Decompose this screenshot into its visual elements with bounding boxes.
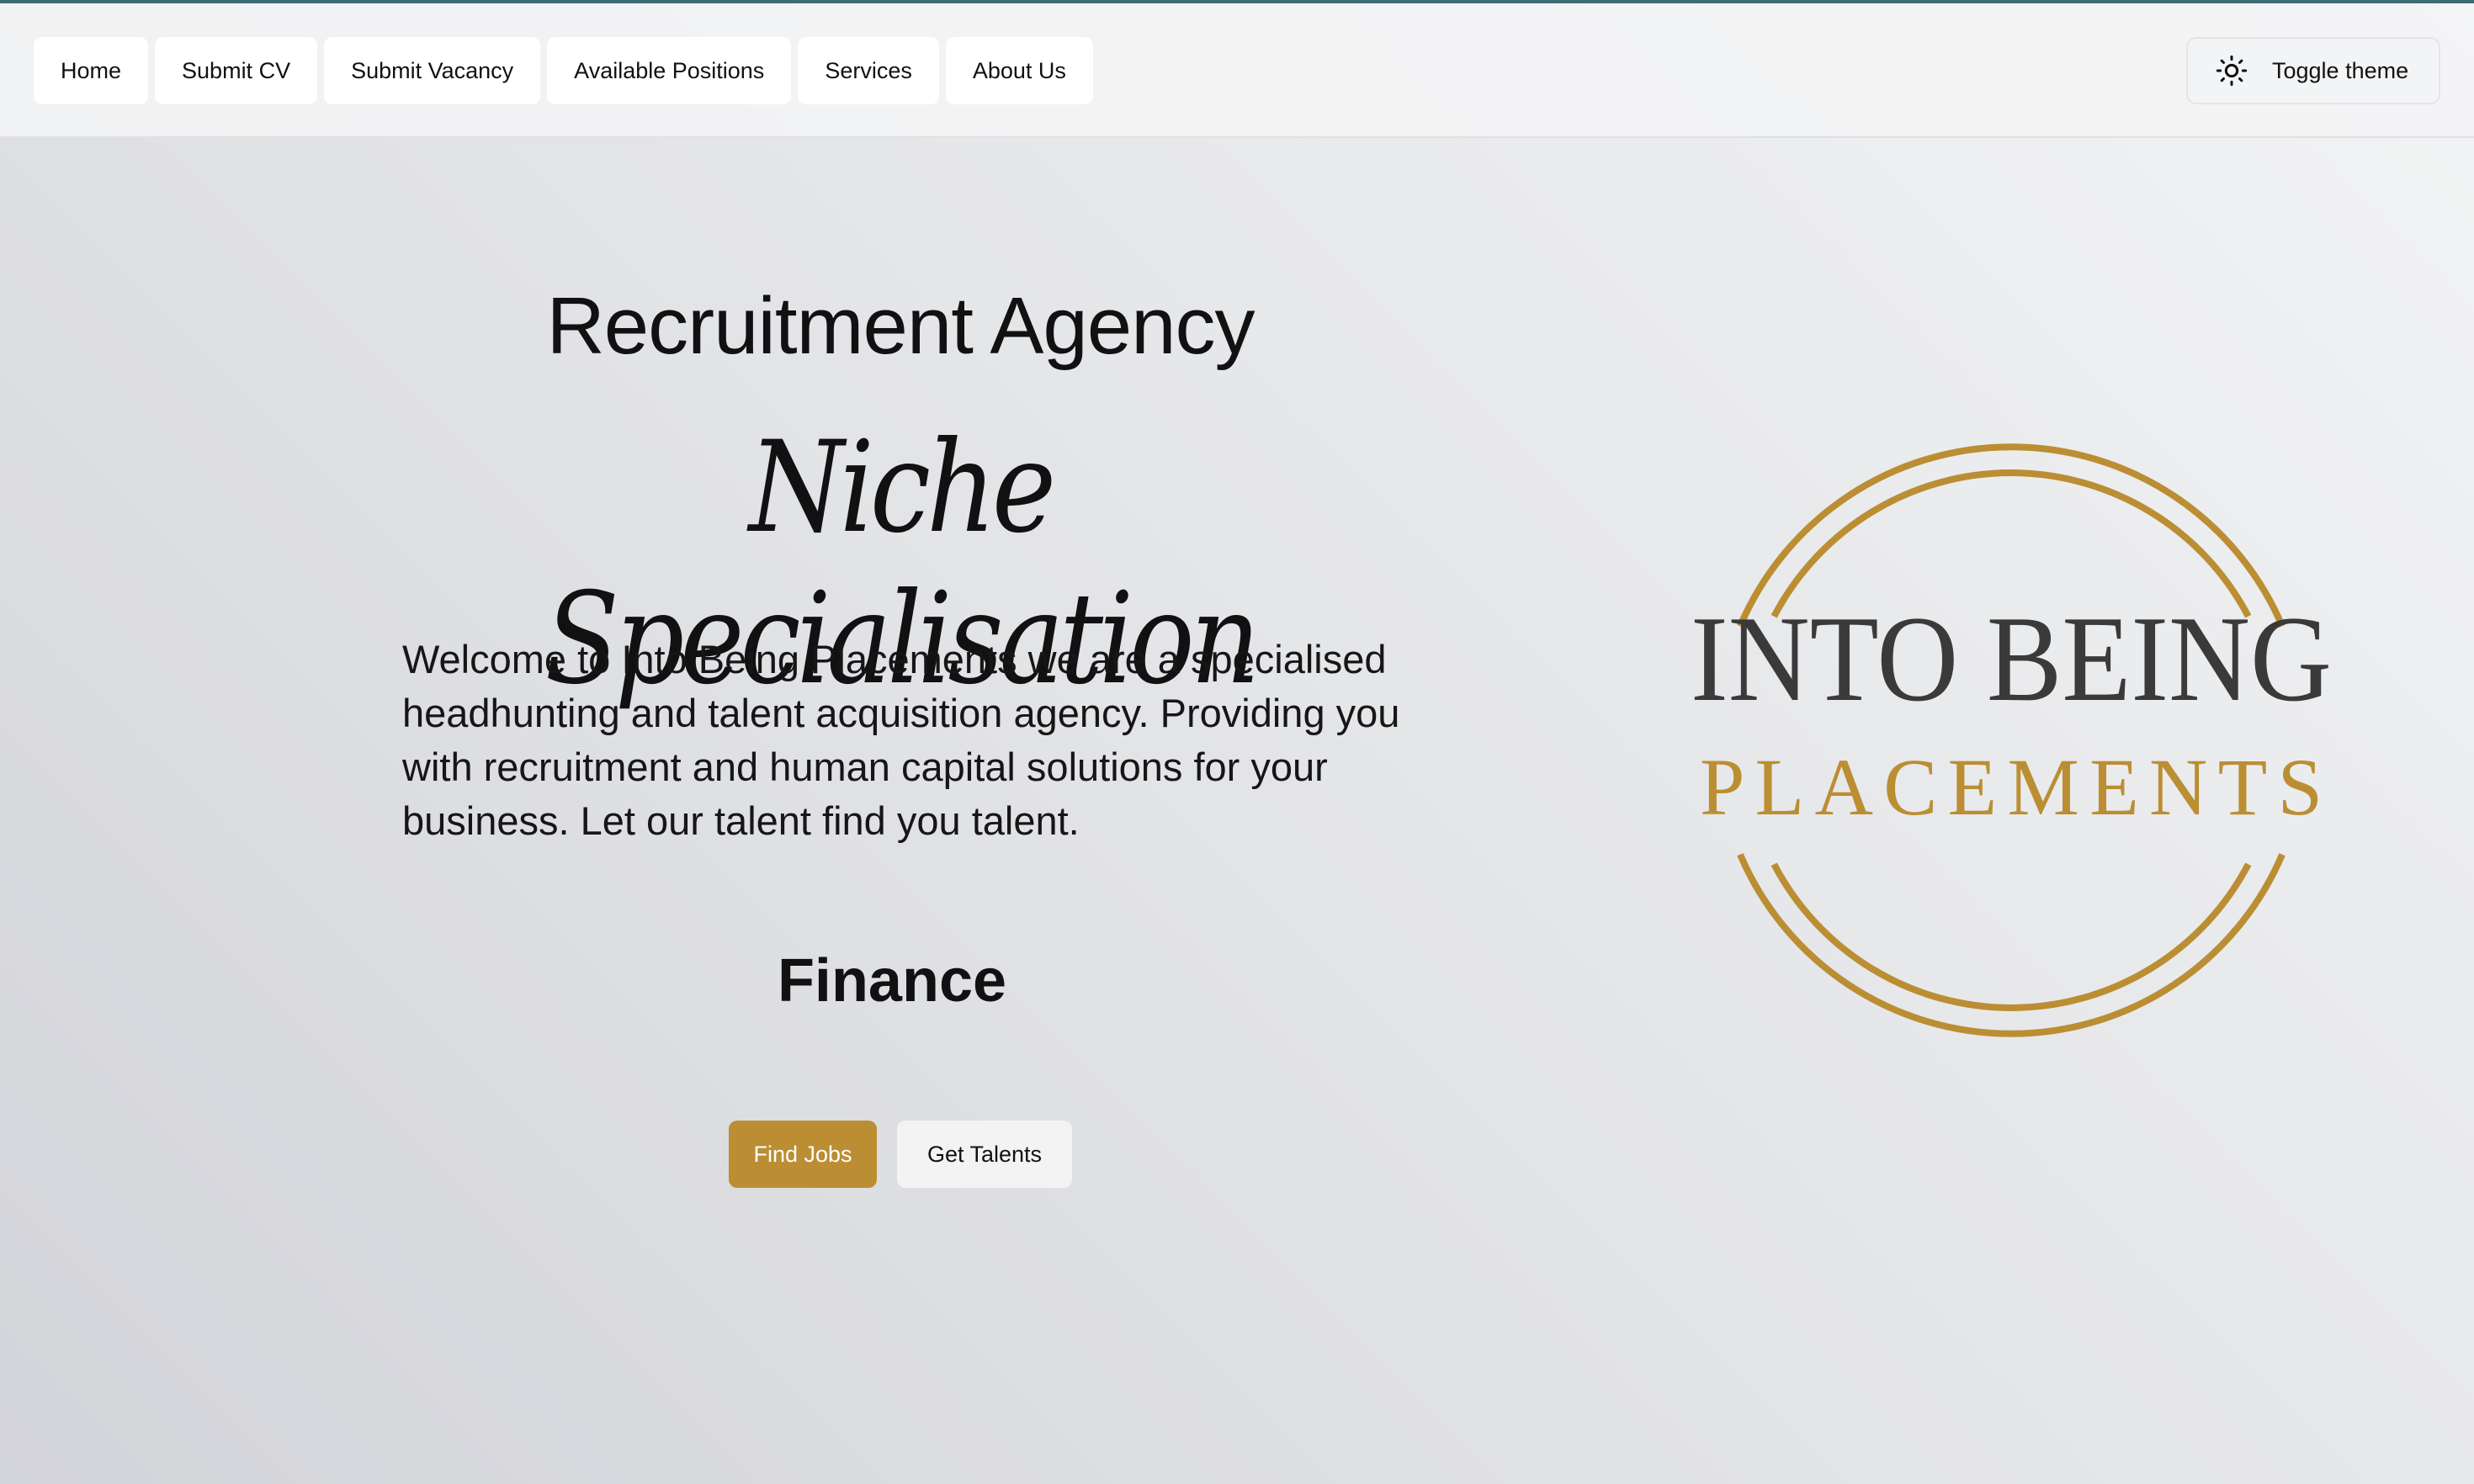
logo-line-1: INTO BEING xyxy=(1691,591,2332,727)
toggle-theme-label: Toggle theme xyxy=(2272,57,2409,83)
toggle-theme-button[interactable]: Toggle theme xyxy=(2186,37,2440,104)
nav-submit-cv[interactable]: Submit CV xyxy=(155,37,318,104)
nav-submit-vacancy[interactable]: Submit Vacancy xyxy=(324,37,541,104)
hero-description: Welcome to Into Being Placements we are … xyxy=(402,637,1400,843)
main-nav: Home Submit CV Submit Vacancy Available … xyxy=(34,37,1093,104)
nav-home[interactable]: Home xyxy=(34,37,149,104)
sun-icon xyxy=(2215,54,2248,87)
find-jobs-button[interactable]: Find Jobs xyxy=(729,1121,877,1188)
hero-title: Recruitment Agency xyxy=(546,281,1255,371)
nav-about-us[interactable]: About Us xyxy=(945,37,1093,104)
hero-actions: Find Jobs Get Talents xyxy=(729,1121,1072,1188)
navbar: Home Submit CV Submit Vacancy Available … xyxy=(0,3,2474,138)
company-logo: INTO BEING PLACEMENTS xyxy=(1691,443,2332,1037)
nav-services[interactable]: Services xyxy=(798,37,939,104)
get-talents-button[interactable]: Get Talents xyxy=(897,1121,1072,1188)
hero-focus-area: Finance xyxy=(777,947,1007,1015)
logo-line-2: PLACEMENTS xyxy=(1700,742,2323,832)
nav-available-positions[interactable]: Available Positions xyxy=(547,37,792,104)
